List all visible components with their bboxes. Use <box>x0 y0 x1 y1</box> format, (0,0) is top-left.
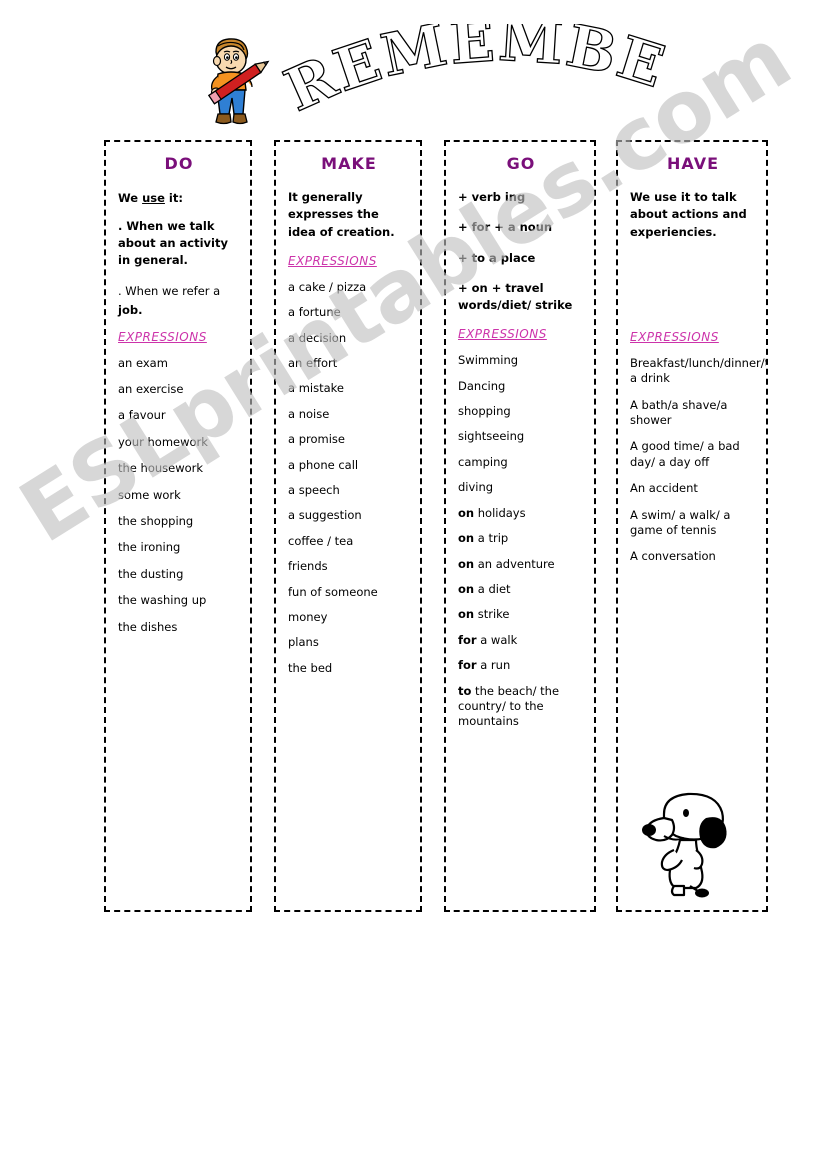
list-item: Breakfast/lunch/dinner/tea/coffee/ a dri… <box>630 355 766 386</box>
list-item: on a trip <box>458 531 584 546</box>
item-bold: on <box>458 556 475 571</box>
column-go-rule-1: + verb ing <box>458 190 526 204</box>
list-item: plans <box>288 635 319 650</box>
list-item: diving <box>458 480 584 495</box>
do-rule2-bold: job. <box>118 303 143 317</box>
list-item: A conversation <box>630 549 716 564</box>
column-make: MAKE It generally expresses the idea of … <box>274 140 422 912</box>
column-do: DO We use it: . When we talk about an ac… <box>104 140 252 912</box>
list-item: on strike <box>458 607 584 622</box>
list-item: A bath/a shave/a shower <box>630 397 728 427</box>
column-have: HAVE We use it to talk about actions and… <box>616 140 768 912</box>
list-item: a cake / pizza <box>288 279 367 294</box>
list-item: a mistake <box>288 381 344 396</box>
item-text: strike <box>474 607 510 622</box>
list-item: a suggestion <box>288 508 362 523</box>
column-make-rule-1: It generally expresses the idea of creat… <box>288 190 395 239</box>
item-text: Swimming <box>458 353 519 368</box>
list-item: some work <box>118 487 181 502</box>
item-bold: for <box>458 632 477 647</box>
column-go-rule-4: + on + travel words/diet/ strike <box>458 280 573 312</box>
list-item: a decision <box>288 330 347 345</box>
list-item: money <box>288 610 328 625</box>
list-item: coffee / tea <box>288 533 354 548</box>
list-item: an effort <box>288 355 338 370</box>
item-bold: for <box>458 658 477 673</box>
item-bold: on <box>458 531 475 546</box>
item-text: camping <box>458 454 508 469</box>
item-text: an adventure <box>474 556 555 571</box>
item-text: the beach/ the country/ to the mountains <box>458 683 560 729</box>
list-item: An accident <box>630 481 698 496</box>
item-bold: on <box>458 505 475 520</box>
item-text: a diet <box>474 581 511 596</box>
list-item: the washing up <box>118 593 207 608</box>
do-rule2-light: . When we refer a <box>118 284 221 299</box>
list-item: for a walk <box>458 633 584 648</box>
list-item: friends <box>288 559 328 574</box>
column-go-rule-3: + to a place <box>458 250 536 265</box>
list-item: an exam <box>118 355 168 370</box>
list-item: fun of someone <box>288 584 378 599</box>
list-item: the housework <box>118 461 204 476</box>
column-have-expressions-label: EXPRESSIONS <box>630 329 719 344</box>
list-item: on holidays <box>458 506 584 521</box>
list-item: an exercise <box>118 382 184 397</box>
item-text: diving <box>458 480 494 495</box>
list-item: the dishes <box>118 619 178 634</box>
list-item: to the beach/ the country/ to the mounta… <box>458 684 584 730</box>
column-go-rule-2: + for + a noun <box>458 220 553 235</box>
column-make-items: a cake / pizza a fortune a decision an e… <box>288 280 410 677</box>
item-bold: on <box>458 607 475 622</box>
column-have-items: Breakfast/lunch/dinner/tea/coffee/ a dri… <box>630 355 766 565</box>
snoopy-icon <box>634 780 742 902</box>
do-intro-underlined: use <box>142 191 165 205</box>
item-bold: to <box>458 683 472 698</box>
columns-container: DO We use it: . When we talk about an ac… <box>0 0 821 1169</box>
list-item: the ironing <box>118 540 181 555</box>
list-item: a phone call <box>288 457 359 472</box>
item-text: sightseeing <box>458 429 525 444</box>
item-text: shopping <box>458 404 511 419</box>
column-do-intro: We use it: <box>118 191 183 205</box>
list-item: a noise <box>288 406 330 421</box>
item-text: a trip <box>474 531 509 546</box>
column-do-rule-2: . When we refer a job. <box>118 282 240 319</box>
list-item: a fortune <box>288 305 341 320</box>
list-item: your homework <box>118 434 208 449</box>
list-item: the shopping <box>118 514 194 529</box>
list-item: the bed <box>288 660 333 675</box>
column-do-rule-1: . When we talk about an activity in gene… <box>118 218 228 268</box>
column-have-rule-1: We use it to talk about actions and expe… <box>630 190 747 239</box>
column-have-title: HAVE <box>667 154 719 173</box>
list-item: A good time/ a bad day/ a day off <box>630 439 740 469</box>
list-item: Dancing <box>458 379 584 394</box>
item-text: a walk <box>476 632 518 647</box>
list-item: shopping <box>458 404 584 419</box>
column-do-items: an exam an exercise a favour your homewo… <box>118 356 240 635</box>
list-item: the dusting <box>118 566 184 581</box>
column-go: GO + verb ing + for + a noun + to a plac… <box>444 140 596 912</box>
column-go-expressions-label: EXPRESSIONS <box>458 327 547 342</box>
column-make-title: MAKE <box>321 154 377 173</box>
item-text: holidays <box>474 505 526 520</box>
list-item: sightseeing <box>458 429 584 444</box>
list-item: camping <box>458 455 584 470</box>
list-item: on a diet <box>458 582 584 597</box>
column-make-expressions-label: EXPRESSIONS <box>288 253 377 268</box>
list-item: Swimming <box>458 353 584 368</box>
item-text: a run <box>476 658 511 673</box>
column-go-items: Swimming Dancing shopping sightseeing ca… <box>458 353 584 730</box>
list-item: A swim/ a walk/ a game of tennis <box>630 507 731 537</box>
column-go-title: GO <box>506 154 536 173</box>
list-item: for a run <box>458 658 584 673</box>
list-item: on an adventure <box>458 557 584 572</box>
item-text: Dancing <box>458 378 506 393</box>
item-bold: on <box>458 581 475 596</box>
list-item: a favour <box>118 408 166 423</box>
column-do-expressions-label: EXPRESSIONS <box>118 329 207 344</box>
list-item: a promise <box>288 432 345 447</box>
column-do-title: DO <box>164 154 194 173</box>
list-item: a speech <box>288 483 340 497</box>
